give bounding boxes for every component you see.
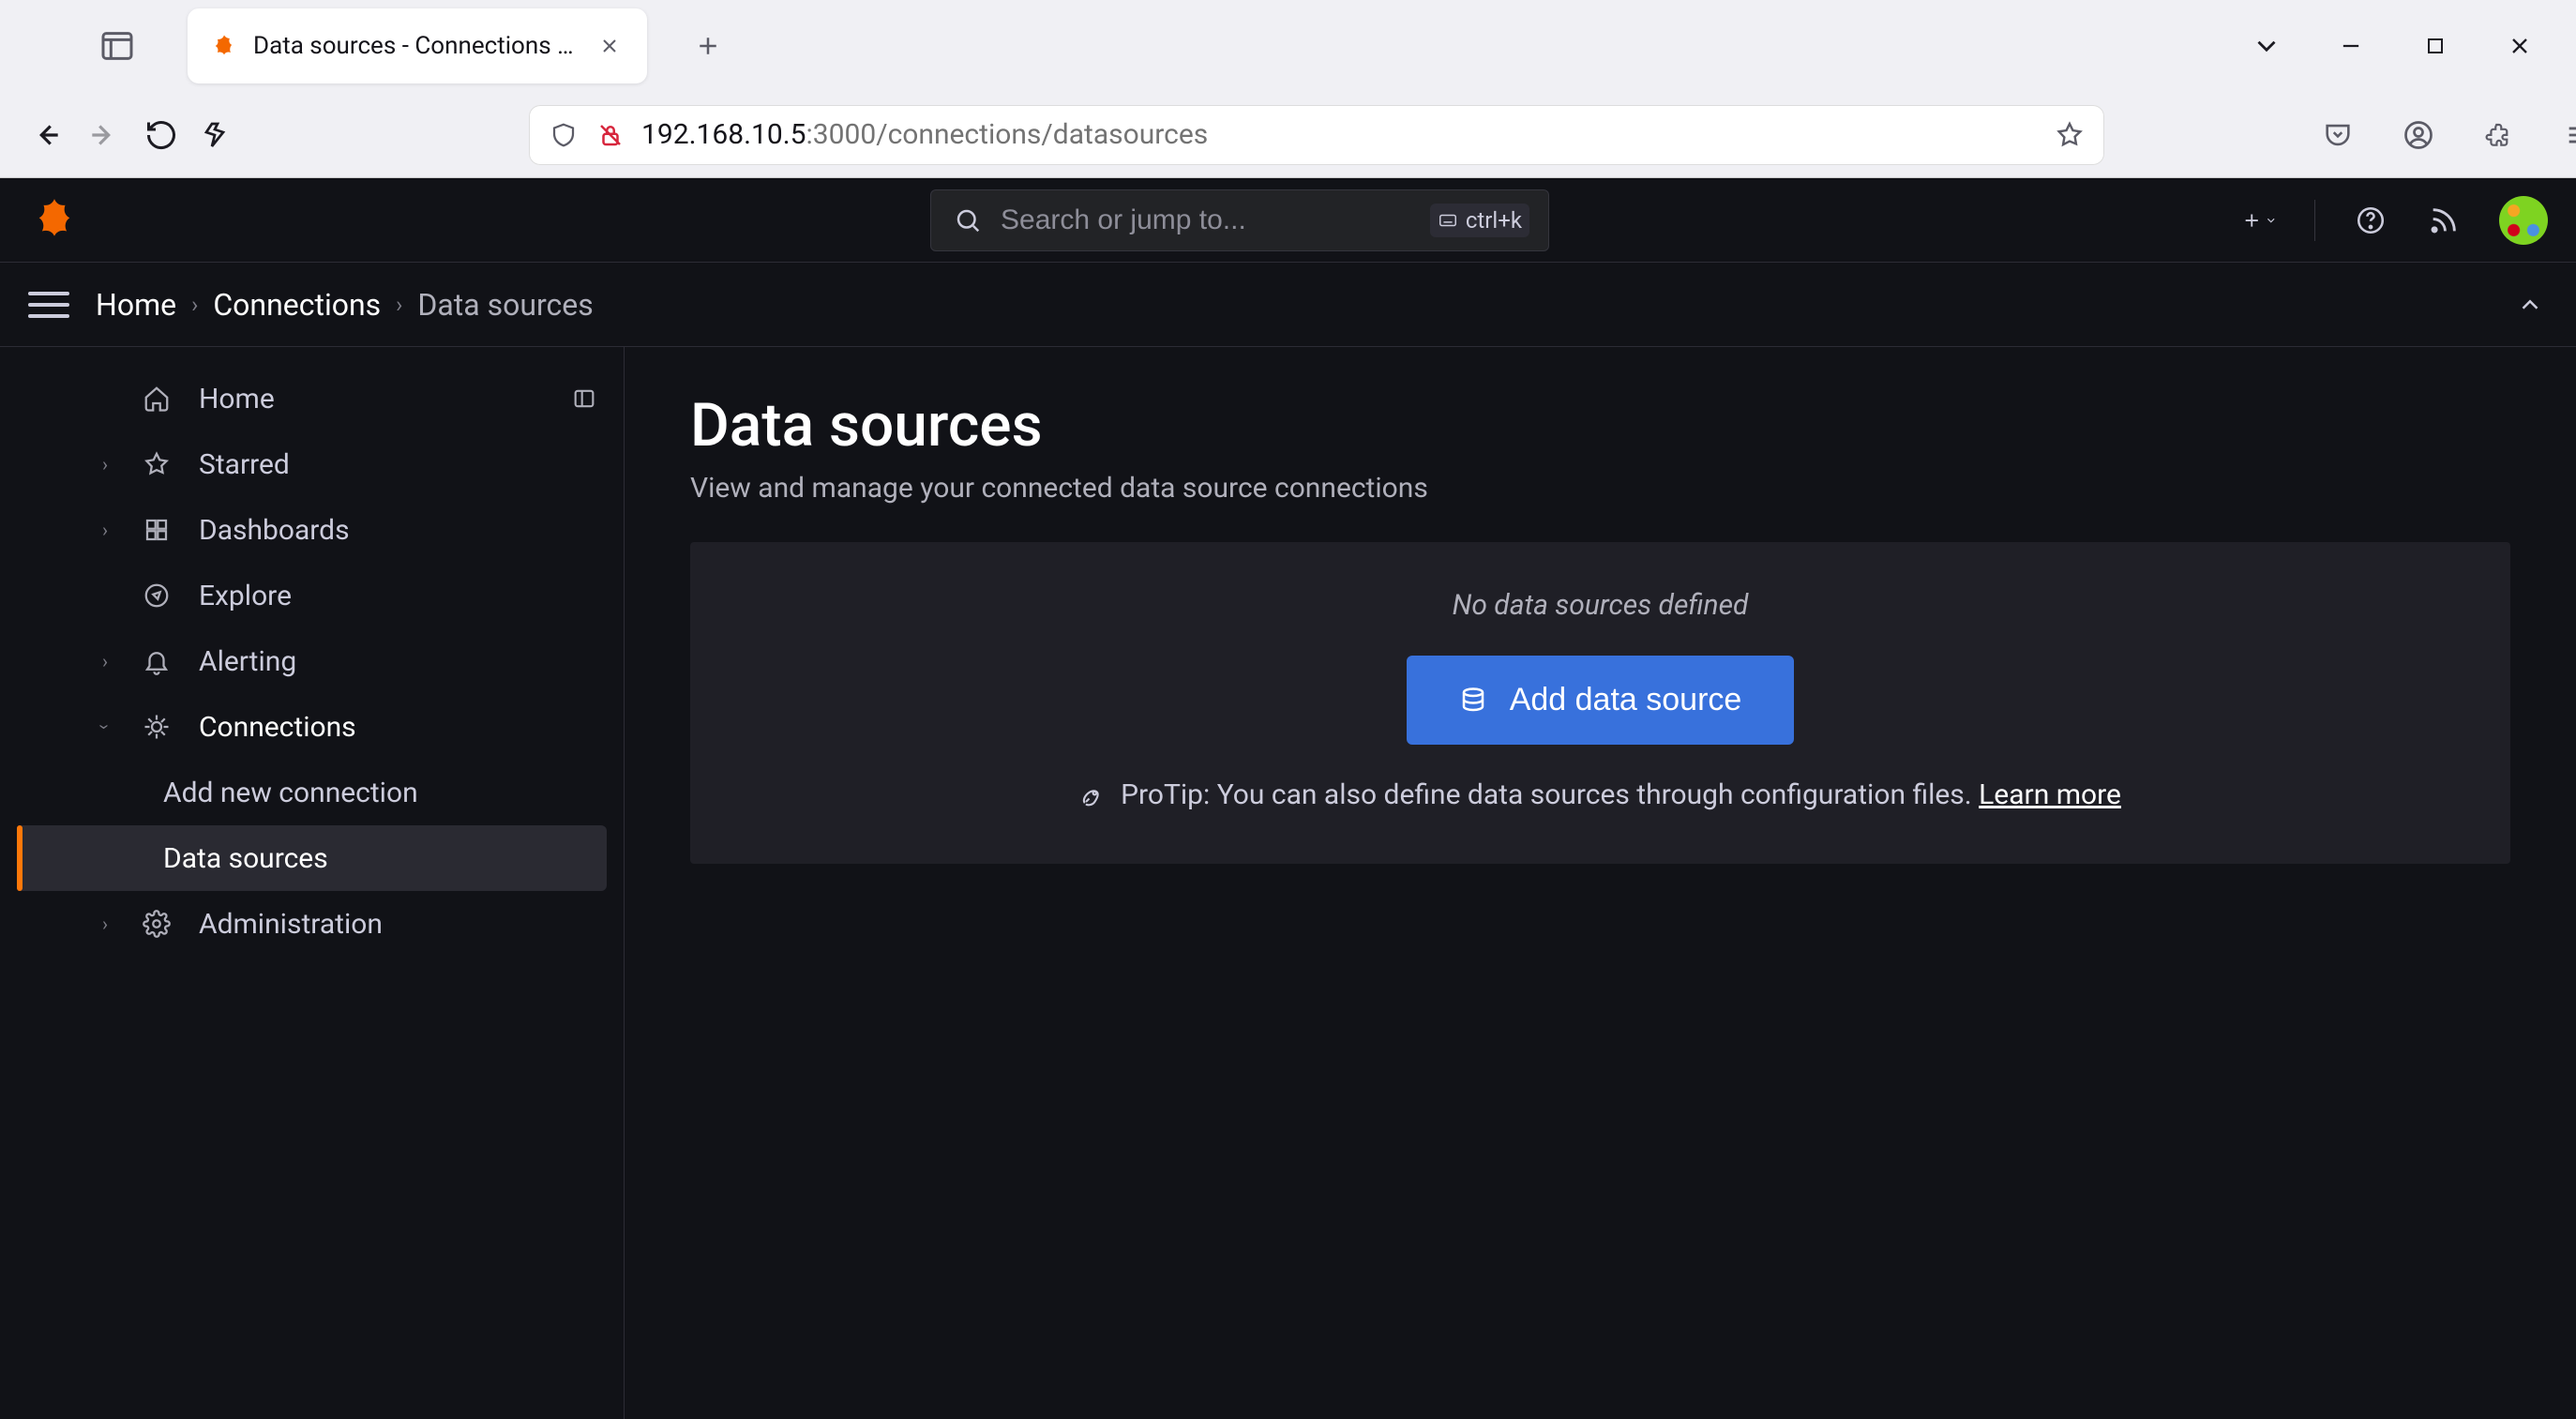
grafana-app: ctrl+k Home › Connections › xyxy=(0,178,2576,1419)
sidebar-item-dashboards[interactable]: › Dashboards xyxy=(17,497,607,563)
nav-reload-button[interactable] xyxy=(144,112,178,159)
add-button[interactable] xyxy=(2241,203,2277,238)
search-icon xyxy=(950,203,986,238)
browser-toolbar: 192.168.10.5:3000/connections/datasource… xyxy=(0,92,2576,178)
browser-sidebar-icon[interactable] xyxy=(94,23,141,69)
sidebar-item-label: Administration xyxy=(199,908,383,941)
menu-toggle-icon[interactable] xyxy=(28,292,69,318)
home-icon xyxy=(141,385,173,413)
grafana-favicon-icon xyxy=(210,32,238,60)
sidebar-item-explore[interactable]: Explore xyxy=(17,563,607,628)
sidebar-item-label: Connections xyxy=(199,711,356,744)
add-data-source-button[interactable]: Add data source xyxy=(1407,656,1795,745)
avatar[interactable] xyxy=(2499,196,2548,245)
sidebar-item-administration[interactable]: › Administration xyxy=(17,891,607,957)
chevron-right-icon: › xyxy=(96,519,114,541)
global-search[interactable]: ctrl+k xyxy=(930,189,1549,251)
sidebar-item-starred[interactable]: › Starred xyxy=(17,431,607,497)
database-icon xyxy=(1459,687,1487,715)
sidebar-item-label: Add new connection xyxy=(163,777,418,809)
sidebar-item-label: Data sources xyxy=(163,842,328,875)
empty-message: No data sources defined xyxy=(1453,589,1749,622)
chevron-down-icon: › xyxy=(94,717,116,736)
protip-text: ProTip: You can also define data sources… xyxy=(1121,778,1979,811)
search-shortcut: ctrl+k xyxy=(1430,204,1529,237)
sidebar-item-home[interactable]: Home xyxy=(17,366,607,431)
add-button-label: Add data source xyxy=(1510,682,1742,718)
search-input[interactable] xyxy=(1001,204,1415,236)
nav-forward-button xyxy=(86,112,122,159)
sidebar: Home › Starred › Dashboards xyxy=(0,347,625,1419)
sidebar-item-data-sources[interactable]: Data sources xyxy=(17,825,607,891)
breadcrumb: Home › Connections › Data sources xyxy=(96,287,594,323)
sidebar-item-add-connection[interactable]: Add new connection xyxy=(17,760,607,825)
new-tab-button[interactable] xyxy=(685,23,731,69)
protip: ProTip: You can also define data sources… xyxy=(1079,778,2121,811)
bell-icon xyxy=(141,647,173,675)
help-icon[interactable] xyxy=(2353,203,2388,238)
chevron-right-icon: › xyxy=(96,453,114,476)
tab-close-icon[interactable] xyxy=(595,31,625,61)
apps-icon xyxy=(141,516,173,544)
shield-icon[interactable] xyxy=(548,119,580,151)
chevron-right-icon: › xyxy=(396,292,402,318)
protip-learn-more-link[interactable]: Learn more xyxy=(1979,778,2121,811)
tab-strip: Data sources - Connections - G xyxy=(0,0,2576,92)
extensions-icon[interactable] xyxy=(201,112,234,159)
sidebar-item-label: Explore xyxy=(199,580,292,612)
grafana-logo-icon[interactable] xyxy=(28,194,81,247)
sidebar-item-alerting[interactable]: › Alerting xyxy=(17,628,607,694)
divider xyxy=(2314,200,2315,241)
browser-tab[interactable]: Data sources - Connections - G xyxy=(188,8,647,83)
lock-insecure-icon[interactable] xyxy=(595,119,626,151)
window-close-icon[interactable] xyxy=(2501,27,2538,65)
list-tabs-icon[interactable] xyxy=(2248,27,2285,65)
window-minimize-icon[interactable] xyxy=(2332,27,2370,65)
app-header: ctrl+k xyxy=(0,178,2576,263)
page-subtitle: View and manage your connected data sour… xyxy=(690,472,2510,505)
page-title: Data sources xyxy=(690,390,2510,460)
url-text: 192.168.10.5:3000/connections/datasource… xyxy=(641,118,1208,151)
news-rss-icon[interactable] xyxy=(2426,203,2462,238)
compass-icon xyxy=(141,581,173,610)
sidebar-item-label: Home xyxy=(199,383,275,415)
cog-icon xyxy=(141,910,173,938)
chevron-right-icon: › xyxy=(96,913,114,935)
nav-back-button[interactable] xyxy=(28,112,64,159)
empty-state-panel: No data sources defined Add data source … xyxy=(690,542,2510,864)
sidebar-item-label: Starred xyxy=(199,448,290,481)
extension-puzzle-icon[interactable] xyxy=(2476,112,2523,159)
main-content: Data sources View and manage your connec… xyxy=(625,347,2576,1419)
account-icon[interactable] xyxy=(2395,112,2442,159)
bookmark-star-icon[interactable] xyxy=(2054,119,2086,151)
chevron-right-icon: › xyxy=(191,292,198,318)
sidebar-item-connections[interactable]: › Connections xyxy=(17,694,607,760)
breadcrumb-home[interactable]: Home xyxy=(96,287,176,323)
sidebar-item-label: Alerting xyxy=(199,645,296,678)
dock-panel-icon[interactable] xyxy=(571,385,597,412)
tab-title: Data sources - Connections - G xyxy=(253,32,580,60)
breadcrumb-connections[interactable]: Connections xyxy=(213,287,381,323)
url-bar[interactable]: 192.168.10.5:3000/connections/datasource… xyxy=(529,105,2104,165)
breadcrumb-bar: Home › Connections › Data sources xyxy=(0,263,2576,347)
sidebar-item-label: Dashboards xyxy=(199,514,350,547)
breadcrumb-current: Data sources xyxy=(417,287,593,323)
pocket-icon[interactable] xyxy=(2314,112,2361,159)
browser-chrome: Data sources - Connections - G xyxy=(0,0,2576,178)
rocket-icon xyxy=(1079,782,1106,808)
star-icon xyxy=(141,450,173,478)
chevron-right-icon: › xyxy=(96,650,114,672)
plug-icon xyxy=(141,713,173,741)
app-menu-icon[interactable] xyxy=(2556,112,2576,159)
window-maximize-icon[interactable] xyxy=(2417,27,2454,65)
collapse-up-icon[interactable] xyxy=(2512,287,2548,323)
